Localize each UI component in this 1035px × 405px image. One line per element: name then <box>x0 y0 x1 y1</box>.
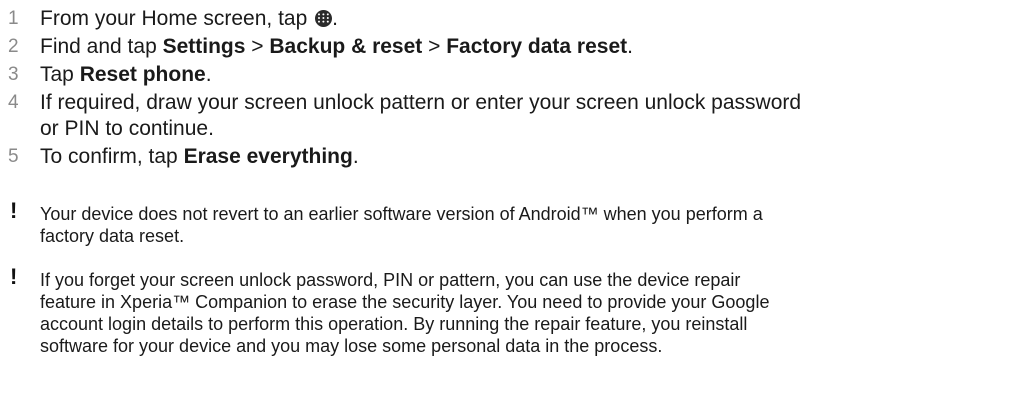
step-1: 1 From your Home screen, tap . <box>8 6 1028 32</box>
step-text: Find and tap Settings > Backup & reset >… <box>40 35 633 58</box>
step-4: 4 If required, draw your screen unlock p… <box>8 90 1028 142</box>
note-text: If you forget your screen unlock passwor… <box>40 270 770 356</box>
exclamation-icon: ! <box>10 198 18 223</box>
step-number: 2 <box>8 36 19 57</box>
step-text: Tap Reset phone. <box>40 63 212 86</box>
step-text: From your Home screen, tap . <box>40 7 338 30</box>
document-page: 1 From your Home screen, tap . 2 Find an… <box>0 0 1035 405</box>
ui-term-erase-everything: Erase everything <box>183 145 353 168</box>
ui-term-backup-reset: Backup & reset <box>269 35 423 58</box>
instruction-steps: 1 From your Home screen, tap . 2 Find an… <box>8 6 1028 172</box>
step-number: 5 <box>8 146 19 167</box>
note-forgot-unlock: ! If you forget your screen unlock passw… <box>8 266 1028 357</box>
note-android-version: ! Your device does not revert to an earl… <box>8 200 1028 247</box>
ui-term-reset-phone: Reset phone <box>79 63 206 86</box>
step-5: 5 To confirm, tap Erase everything. <box>8 144 1028 170</box>
apps-icon <box>315 10 333 27</box>
step-number: 4 <box>8 92 19 113</box>
note-text: Your device does not revert to an earlie… <box>40 204 763 246</box>
step-2: 2 Find and tap Settings > Backup & reset… <box>8 34 1028 60</box>
ui-term-factory-data-reset: Factory data reset <box>446 35 628 58</box>
exclamation-icon: ! <box>10 264 18 289</box>
step-3: 3 Tap Reset phone. <box>8 62 1028 88</box>
step-number: 3 <box>8 64 19 85</box>
step-number: 1 <box>8 8 19 29</box>
step-text: If required, draw your screen unlock pat… <box>40 91 802 140</box>
step-text: To confirm, tap Erase everything. <box>40 145 359 168</box>
ui-term-settings: Settings <box>162 35 246 58</box>
